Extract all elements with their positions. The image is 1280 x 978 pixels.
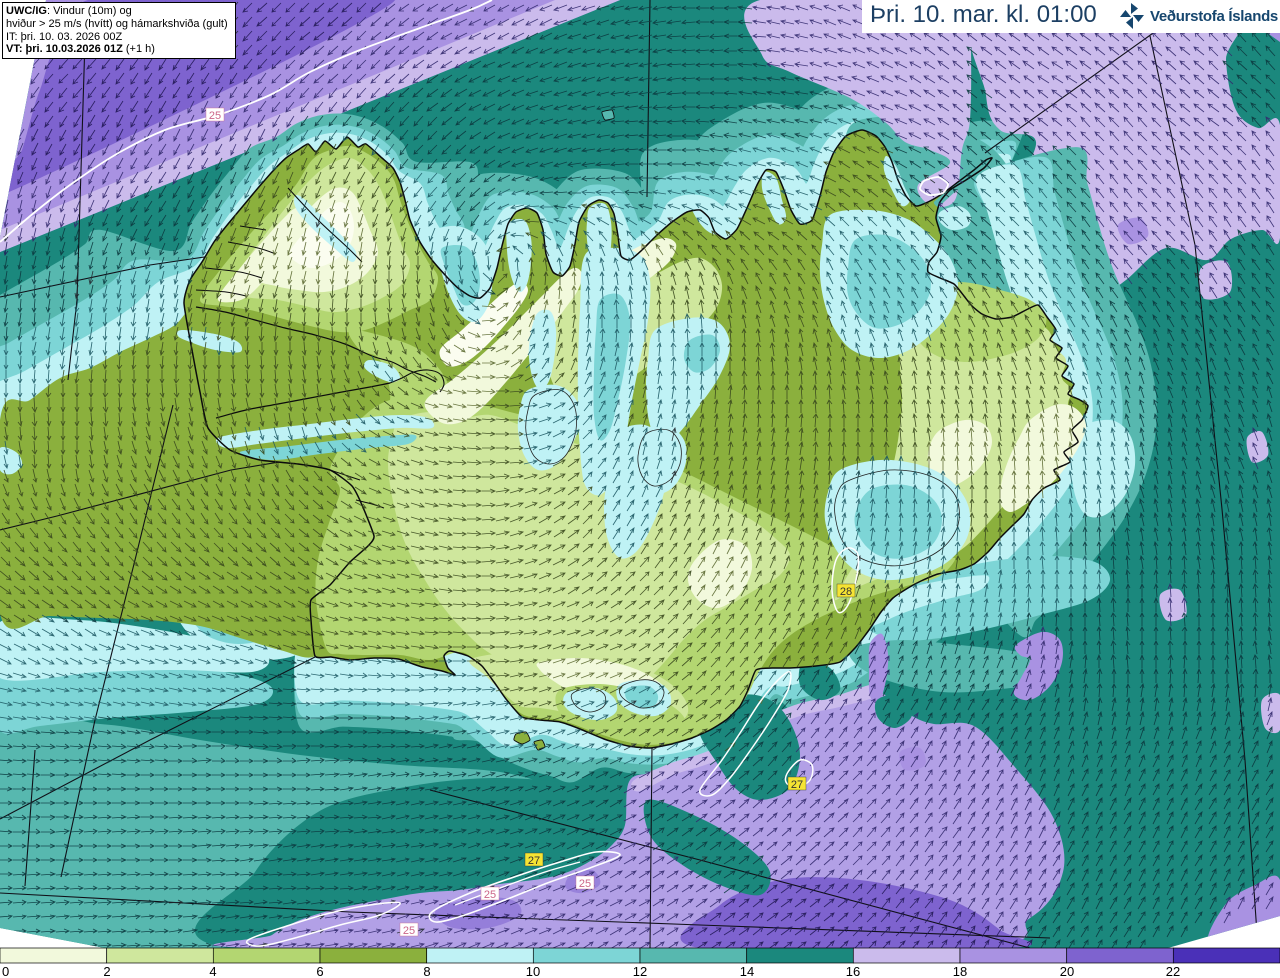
svg-text:4: 4 xyxy=(209,964,216,978)
svg-text:25: 25 xyxy=(484,889,496,901)
svg-text:25: 25 xyxy=(403,925,415,937)
svg-text:16: 16 xyxy=(846,964,860,978)
svg-text:18: 18 xyxy=(953,964,967,978)
svg-text:6: 6 xyxy=(316,964,323,978)
svg-text:20: 20 xyxy=(1060,964,1074,978)
svg-text:25: 25 xyxy=(579,878,591,890)
svg-text:8: 8 xyxy=(423,964,430,978)
svg-text:25: 25 xyxy=(209,110,221,122)
svg-text:14: 14 xyxy=(740,964,754,978)
svg-text:27: 27 xyxy=(791,779,803,791)
svg-text:27: 27 xyxy=(528,855,540,867)
svg-text:10: 10 xyxy=(526,964,540,978)
svg-text:0: 0 xyxy=(2,964,9,978)
svg-text:2: 2 xyxy=(103,964,110,978)
svg-text:22: 22 xyxy=(1166,964,1180,978)
svg-text:12: 12 xyxy=(633,964,647,978)
svg-text:28: 28 xyxy=(840,586,852,598)
